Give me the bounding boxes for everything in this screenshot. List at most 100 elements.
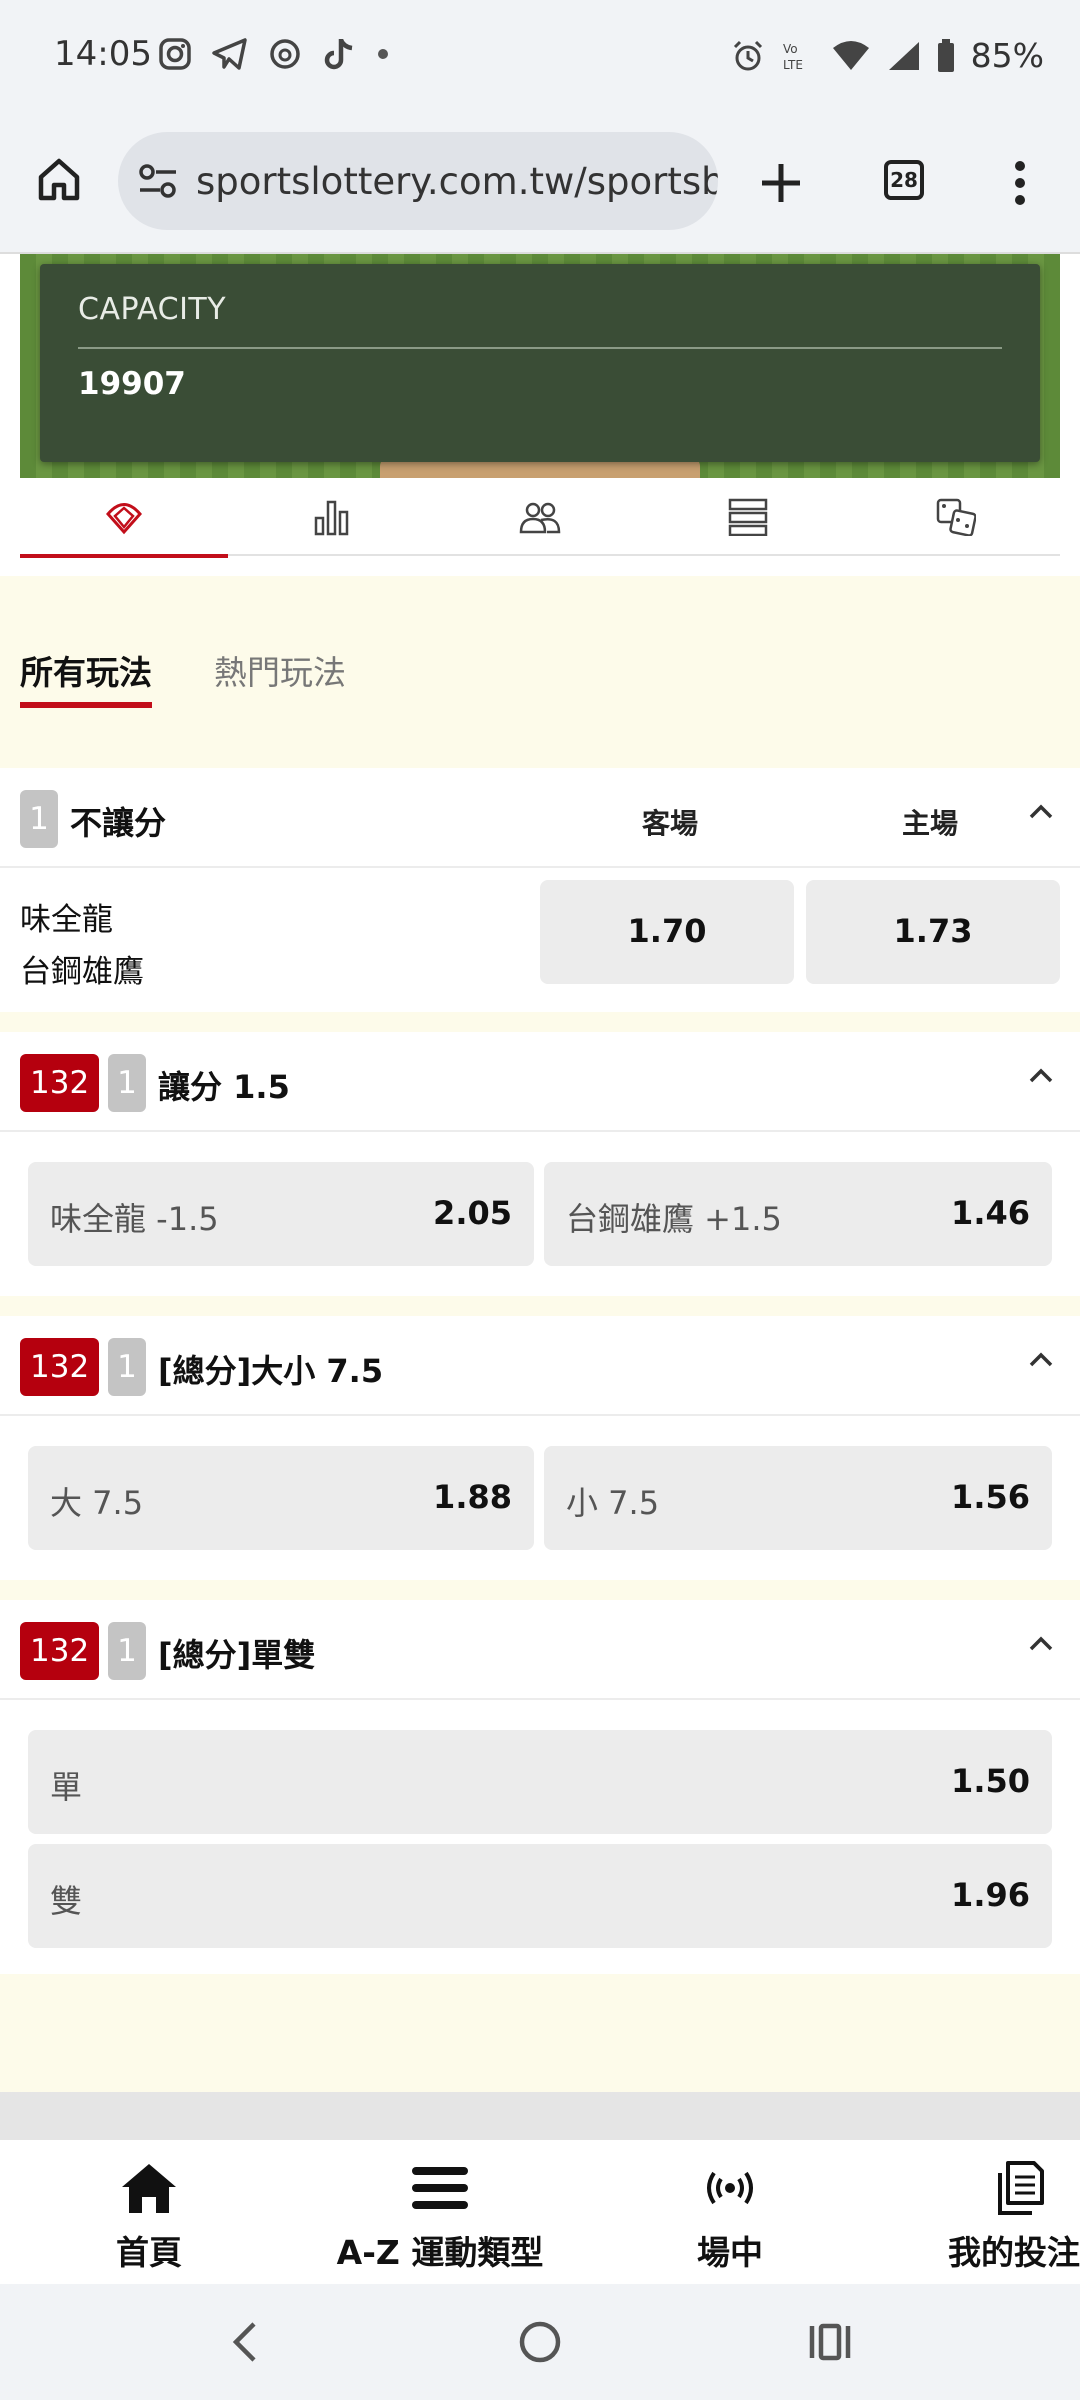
odds-button-over[interactable]: 大 7.5 1.88 [28,1446,534,1550]
volte-icon: Vo LTE [783,42,803,72]
nav-label: 首頁 [116,2233,182,2272]
odds-value: 1.50 [951,1762,1030,1800]
tab-popular-markets[interactable]: 熱門玩法 [214,646,346,694]
home-column-header: 主場 [901,807,958,840]
threads-icon [270,39,300,69]
odds-button-odd[interactable]: 單 1.50 [28,1730,1052,1834]
chevron-up-icon[interactable] [1028,1066,1054,1084]
odds-value: 1.88 [433,1478,512,1516]
market-count-badge: 1 [108,1338,146,1396]
market-moneyline: 1 不讓分 客場 主場 味全龍 台鋼雄鷹 1.70 1.73 [0,768,1080,1012]
footer-divider [0,2092,1080,2140]
tab-count: 28 [890,168,918,192]
new-tab-icon[interactable] [758,160,804,206]
site-settings-icon[interactable] [138,162,178,200]
nav-label: A-Z 運動類型 [336,2233,544,2272]
selection-label: 台鋼雄鷹 +1.5 [566,1200,782,1238]
wifi-icon [832,40,869,70]
market-count-badge: 1 [108,1054,146,1112]
market-id-badge: 132 [20,1338,100,1396]
selection-label: 單 [50,1768,83,1806]
selection-label: 雙 [50,1882,83,1920]
nav-home[interactable]: 首頁 [94,2140,204,2284]
tiktok-icon [324,39,353,70]
selection-label: 味全龍 -1.5 [50,1200,219,1238]
market-type-tabs: 所有玩法 熱門玩法 [0,576,1080,766]
market-count-badge: 1 [20,790,58,848]
battery-percent: 85% [970,36,1044,75]
bottom-navigation: 首頁 A-Z 運動類型 場中 我的投注 [0,2140,1080,2284]
more-menu-icon[interactable] [1012,160,1028,206]
tab-markets[interactable] [20,478,228,558]
divider [78,347,1002,349]
chevron-up-icon[interactable] [1028,1634,1054,1652]
odds-button-away[interactable]: 1.70 [540,880,794,984]
market-title: 讓分 1.5 [158,1068,290,1106]
status-bar: 14:05 Vo LTE 85% [0,0,1080,118]
odds-button-handicap-home[interactable]: 台鋼雄鷹 +1.5 1.46 [544,1162,1052,1266]
notification-icons [158,36,390,72]
tab-lineups[interactable] [436,478,644,556]
odds-button-under[interactable]: 小 7.5 1.56 [544,1446,1052,1550]
tab-stats[interactable] [228,478,436,556]
market-id-badge: 132 [20,1054,100,1112]
instagram-icon [159,38,191,70]
browser-toolbar: sportslottery.com.tw/sportsb 28 [0,118,1080,254]
odds-value: 1.46 [951,1194,1030,1232]
recents-icon[interactable] [808,2320,852,2364]
odds-button-even[interactable]: 雙 1.96 [28,1844,1052,1948]
market-id-badge: 132 [20,1622,100,1680]
capacity-card: CAPACITY 19907 [40,264,1040,462]
team-home-name: 台鋼雄鷹 [20,954,144,990]
home-filled-icon [122,2164,176,2213]
chevron-up-icon[interactable] [1028,1350,1054,1368]
menu-icon [412,2167,468,2209]
svg-text:LTE: LTE [783,58,803,72]
home-circle-icon[interactable] [518,2320,562,2364]
nav-label: 場中 [697,2233,763,2272]
tab-games[interactable] [852,478,1060,556]
telegram-icon [212,38,247,70]
market-handicap: 132 1 讓分 1.5 味全龍 -1.5 2.05 台鋼雄鷹 +1.5 1.4… [0,1032,1080,1296]
signal-icon [888,41,919,70]
market-title: [總分]單雙 [158,1636,316,1674]
market-total: 132 1 [總分]大小 7.5 大 7.5 1.88 小 7.5 1.56 [0,1316,1080,1580]
market-header[interactable]: 132 1 [總分]大小 7.5 [0,1316,1080,1416]
markets-area: 所有玩法 熱門玩法 1 不讓分 客場 主場 味全龍 台鋼雄鷹 1.70 1.73… [0,576,1080,2092]
away-column-header: 客場 [641,807,698,840]
battery-icon [937,38,954,72]
odds-value: 1.70 [627,912,707,950]
tab-switcher-button[interactable]: 28 [884,160,924,200]
chevron-up-icon[interactable] [1028,802,1054,820]
nav-az-sports[interactable]: A-Z 運動類型 [330,2140,550,2284]
odds-value: 2.05 [433,1194,512,1232]
status-time: 14:05 [54,34,152,74]
system-status-icons: Vo LTE 85% [731,36,1044,75]
market-header[interactable]: 1 不讓分 客場 主場 [0,768,1080,868]
system-navigation-bar [0,2284,1080,2400]
back-icon[interactable] [230,2320,260,2364]
capacity-value: 19907 [78,366,186,402]
odds-button-home[interactable]: 1.73 [806,880,1060,984]
baseball-diamond-icon [106,503,142,535]
url-text: sportslottery.com.tw/sportsb [196,160,718,203]
list-icon [728,498,768,536]
market-title: [總分]大小 7.5 [158,1352,384,1390]
market-count-badge: 1 [108,1622,146,1680]
tab-standings[interactable] [644,478,852,556]
alarm-icon [733,40,762,70]
market-title: 不讓分 [70,804,167,842]
team-away-name: 味全龍 [20,902,113,938]
odds-value: 1.73 [893,912,973,950]
market-header[interactable]: 132 1 讓分 1.5 [0,1032,1080,1132]
odds-button-handicap-away[interactable]: 味全龍 -1.5 2.05 [28,1162,534,1266]
market-odd-even: 132 1 [總分]單雙 單 1.50 雙 1.96 [0,1600,1080,1974]
market-header[interactable]: 132 1 [總分]單雙 [0,1600,1080,1700]
nav-live[interactable]: 場中 [680,2140,780,2284]
nav-my-bets[interactable]: 我的投注 [948,2140,1080,2284]
home-icon[interactable] [36,156,82,202]
match-info-tabs [20,478,1060,558]
address-bar[interactable]: sportslottery.com.tw/sportsb [118,132,718,230]
tab-all-markets[interactable]: 所有玩法 [20,646,152,708]
live-broadcast-icon [707,2171,753,2205]
